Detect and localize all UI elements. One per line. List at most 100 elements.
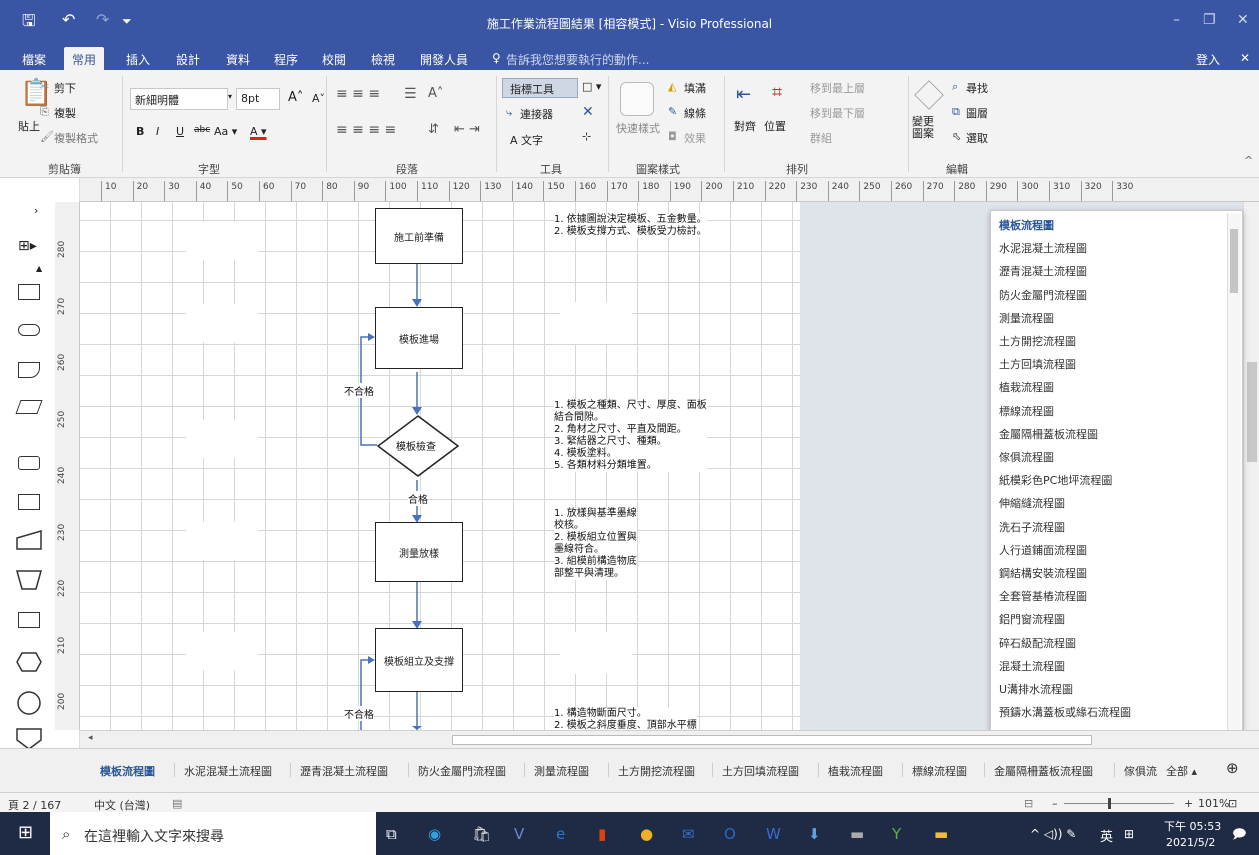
page-tab[interactable]: 金屬隔柵蓋板流程圖 bbox=[994, 763, 1093, 779]
font-color-icon[interactable]: A ▾ bbox=[250, 125, 267, 138]
flow-box-preparation[interactable]: 施工前準備 bbox=[375, 208, 463, 264]
align-text-icon[interactable]: ≡ ≡ ≡ ≡ bbox=[336, 122, 396, 138]
page-list-item[interactable]: 鋼結構安裝流程圖 bbox=[999, 565, 1087, 581]
fit-page-icon[interactable]: ⊡ bbox=[1228, 797, 1237, 810]
effects-button[interactable]: 效果 bbox=[684, 130, 706, 146]
page-list-item[interactable]: 模板流程圖 bbox=[999, 217, 1054, 233]
page-tab[interactable]: 土方回填流程圖 bbox=[722, 763, 799, 779]
fill-icon[interactable]: ◭ bbox=[668, 80, 676, 93]
page-list-item[interactable]: 碎石級配流程圖 bbox=[999, 635, 1076, 651]
tab-design[interactable]: 設計 bbox=[176, 51, 200, 68]
flow-box-surveying[interactable]: 測量放樣 bbox=[375, 522, 463, 582]
page-list-item[interactable]: 土方開挖流程圖 bbox=[999, 333, 1076, 349]
zoom-level[interactable]: 101% bbox=[1198, 797, 1229, 810]
text-direction-icon[interactable]: ⇵ bbox=[428, 122, 439, 137]
popup-scrollbar-thumb[interactable] bbox=[1230, 229, 1238, 293]
close-ribbon-icon[interactable]: ✕ bbox=[1240, 51, 1250, 65]
change-shape-icon[interactable] bbox=[914, 80, 944, 110]
font-dropdown-icon[interactable]: ▾ bbox=[228, 92, 232, 101]
scrollbar-thumb[interactable] bbox=[452, 735, 1092, 745]
italic-icon[interactable]: I bbox=[156, 125, 159, 138]
scroll-up-icon[interactable]: ▲ bbox=[36, 264, 42, 273]
layers-button[interactable]: 圖層 bbox=[966, 105, 988, 121]
rectangle-tool-icon[interactable]: □ ▾ bbox=[582, 80, 601, 93]
tab-view[interactable]: 檢視 bbox=[371, 51, 395, 68]
page-tab[interactable]: 土方開挖流程圖 bbox=[618, 763, 695, 779]
all-pages-tab[interactable]: 全部 ▴ bbox=[1166, 763, 1197, 779]
page-list-item[interactable]: 水泥混凝土流程圖 bbox=[999, 240, 1087, 256]
format-painter-button[interactable]: 複製格式 bbox=[54, 130, 98, 146]
position-icon[interactable]: ⌗ bbox=[772, 82, 782, 103]
office-icon[interactable]: ▮ bbox=[598, 825, 606, 843]
position-button[interactable]: 位置 bbox=[764, 118, 786, 134]
page-list-item[interactable]: 傢俱流程圖 bbox=[999, 449, 1054, 465]
outlook-icon[interactable]: O bbox=[724, 825, 736, 843]
manual-operation-shape[interactable] bbox=[16, 570, 42, 590]
connection-point-icon[interactable]: ⊹ bbox=[582, 130, 591, 143]
edge-icon[interactable]: ◉ bbox=[428, 825, 441, 843]
zoom-in-icon[interactable]: + bbox=[1184, 797, 1193, 810]
connector-tool-label[interactable]: 連接器 bbox=[520, 106, 553, 122]
text-tool-label[interactable]: A 文字 bbox=[510, 132, 543, 148]
document-shape[interactable] bbox=[18, 362, 40, 378]
scroll-left-icon[interactable]: ◂ bbox=[88, 733, 93, 743]
page-tab[interactable]: 測量流程圖 bbox=[534, 763, 589, 779]
page-list-item[interactable]: 植栽流程圖 bbox=[999, 379, 1054, 395]
strikethrough-icon[interactable]: abc bbox=[194, 125, 210, 135]
connector-icon[interactable]: ⤷ bbox=[506, 106, 512, 120]
visio-icon[interactable]: V bbox=[514, 825, 524, 843]
fill-button[interactable]: 填滿 bbox=[684, 80, 706, 96]
expand-shapes-icon[interactable]: › bbox=[34, 204, 38, 217]
align-top-icon[interactable]: ≡ ≡ ≡ bbox=[336, 86, 380, 102]
page-list-item[interactable]: 洗石子流程圖 bbox=[999, 519, 1065, 535]
tab-process[interactable]: 程序 bbox=[274, 51, 298, 68]
scrollbar-thumb[interactable] bbox=[1247, 362, 1257, 462]
page-tab[interactable]: 植栽流程圖 bbox=[828, 763, 883, 779]
quick-styles-icon[interactable] bbox=[620, 82, 654, 116]
notification-icon[interactable]: 🗩 bbox=[1232, 825, 1246, 847]
page-tab[interactable]: 水泥混凝土流程圖 bbox=[184, 763, 272, 779]
page-tab[interactable]: 防火金屬門流程圖 bbox=[418, 763, 506, 779]
page-list-item[interactable]: 混凝土流程圖 bbox=[999, 658, 1065, 674]
terminator-shape[interactable] bbox=[18, 324, 40, 336]
bring-front-button[interactable]: 移到最上層 bbox=[810, 80, 865, 96]
stencil-menu-icon[interactable]: ⊞▸ bbox=[18, 238, 37, 254]
bold-icon[interactable]: B bbox=[136, 125, 144, 138]
word-icon[interactable]: W bbox=[766, 825, 781, 843]
quick-styles-label[interactable]: 快速樣式 bbox=[616, 120, 660, 136]
collapse-ribbon-icon[interactable]: ^ bbox=[1244, 154, 1253, 167]
tab-file[interactable]: 檔案 bbox=[22, 51, 46, 68]
effects-icon[interactable]: ◘ bbox=[668, 130, 677, 143]
find-button[interactable]: 尋找 bbox=[966, 80, 988, 96]
preparation-shape[interactable] bbox=[16, 652, 42, 672]
off-page-reference-shape[interactable] bbox=[16, 728, 42, 750]
page-list-item[interactable]: 伸縮縫流程圖 bbox=[999, 495, 1065, 511]
start-menu-icon[interactable]: ⊞ bbox=[18, 822, 33, 843]
page-list-item[interactable]: 鋁門窗流程圖 bbox=[999, 611, 1065, 627]
tab-insert[interactable]: 插入 bbox=[126, 51, 150, 68]
clock-time[interactable]: 下午 05:53 bbox=[1164, 818, 1221, 834]
copy-button[interactable]: 複製 bbox=[54, 105, 76, 121]
chrome-icon[interactable]: ● bbox=[640, 825, 653, 843]
zoom-slider[interactable] bbox=[1064, 803, 1174, 804]
page-tab[interactable]: 傢俱流 bbox=[1124, 763, 1157, 779]
process-shape[interactable] bbox=[18, 284, 40, 300]
mail-icon[interactable]: ✉ bbox=[682, 825, 695, 843]
layers-icon[interactable]: ⧉ bbox=[952, 105, 960, 119]
manual-input-shape[interactable] bbox=[16, 530, 42, 550]
zoom-slider-thumb[interactable] bbox=[1108, 798, 1111, 809]
close-icon[interactable]: ✕ bbox=[1237, 12, 1249, 28]
vertical-scrollbar[interactable] bbox=[1243, 202, 1259, 730]
flow-box-assembly[interactable]: 模板組立及支撐 bbox=[375, 628, 463, 692]
connector-circle-shape[interactable] bbox=[16, 690, 42, 716]
file-explorer-icon[interactable]: ▬ bbox=[934, 825, 948, 843]
add-page-icon[interactable]: ⊕ bbox=[1226, 759, 1239, 777]
data-shape[interactable] bbox=[15, 400, 43, 414]
predefined-process-shape[interactable] bbox=[18, 612, 40, 628]
font-name-combo[interactable]: 新細明體 bbox=[130, 88, 228, 110]
page-list-item[interactable]: 全套管基樁流程圖 bbox=[999, 588, 1087, 604]
underline-icon[interactable]: U bbox=[176, 125, 184, 138]
page-tab[interactable]: 模板流程圖 bbox=[100, 763, 155, 779]
macro-record-icon[interactable]: ▤ bbox=[172, 797, 182, 810]
indent-icon[interactable]: ⇤ ⇥ bbox=[454, 122, 480, 137]
